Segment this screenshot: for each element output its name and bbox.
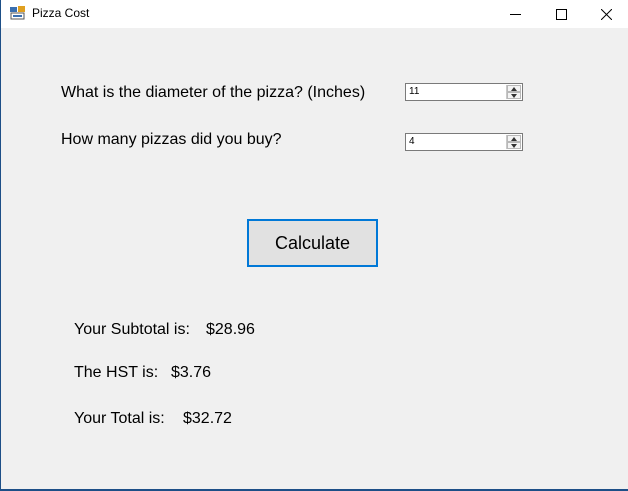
count-spinner[interactable]	[506, 135, 521, 149]
close-button[interactable]	[583, 0, 628, 28]
diameter-value[interactable]: 11	[409, 86, 419, 97]
count-value[interactable]: 4	[409, 136, 415, 147]
calculate-button[interactable]: Calculate	[247, 219, 378, 267]
window-title: Pizza Cost	[32, 6, 90, 20]
minimize-button[interactable]	[492, 0, 538, 28]
spin-up-icon[interactable]	[507, 85, 521, 92]
subtotal-value: $28.96	[206, 321, 255, 338]
count-label: How many pizzas did you buy?	[61, 131, 282, 148]
close-icon	[600, 8, 612, 20]
maximize-icon	[555, 8, 567, 20]
spin-up-icon[interactable]	[507, 135, 521, 142]
diameter-input[interactable]: 11	[405, 83, 523, 101]
app-icon	[10, 6, 26, 20]
title-bar[interactable]: Pizza Cost	[1, 0, 628, 28]
diameter-spinner[interactable]	[506, 85, 521, 99]
spin-down-icon[interactable]	[507, 92, 521, 99]
maximize-button[interactable]	[538, 0, 584, 28]
total-label: Your Total is:	[74, 410, 165, 427]
hst-label: The HST is:	[74, 364, 159, 381]
app-window: Pizza Cost What is the diameter of the p…	[0, 0, 628, 491]
subtotal-label: Your Subtotal is:	[74, 321, 190, 338]
minimize-icon	[509, 13, 521, 15]
spin-down-icon[interactable]	[507, 142, 521, 149]
total-value: $32.72	[183, 410, 232, 427]
count-input[interactable]: 4	[405, 133, 523, 151]
diameter-label: What is the diameter of the pizza? (Inch…	[61, 84, 366, 101]
hst-value: $3.76	[171, 364, 212, 381]
